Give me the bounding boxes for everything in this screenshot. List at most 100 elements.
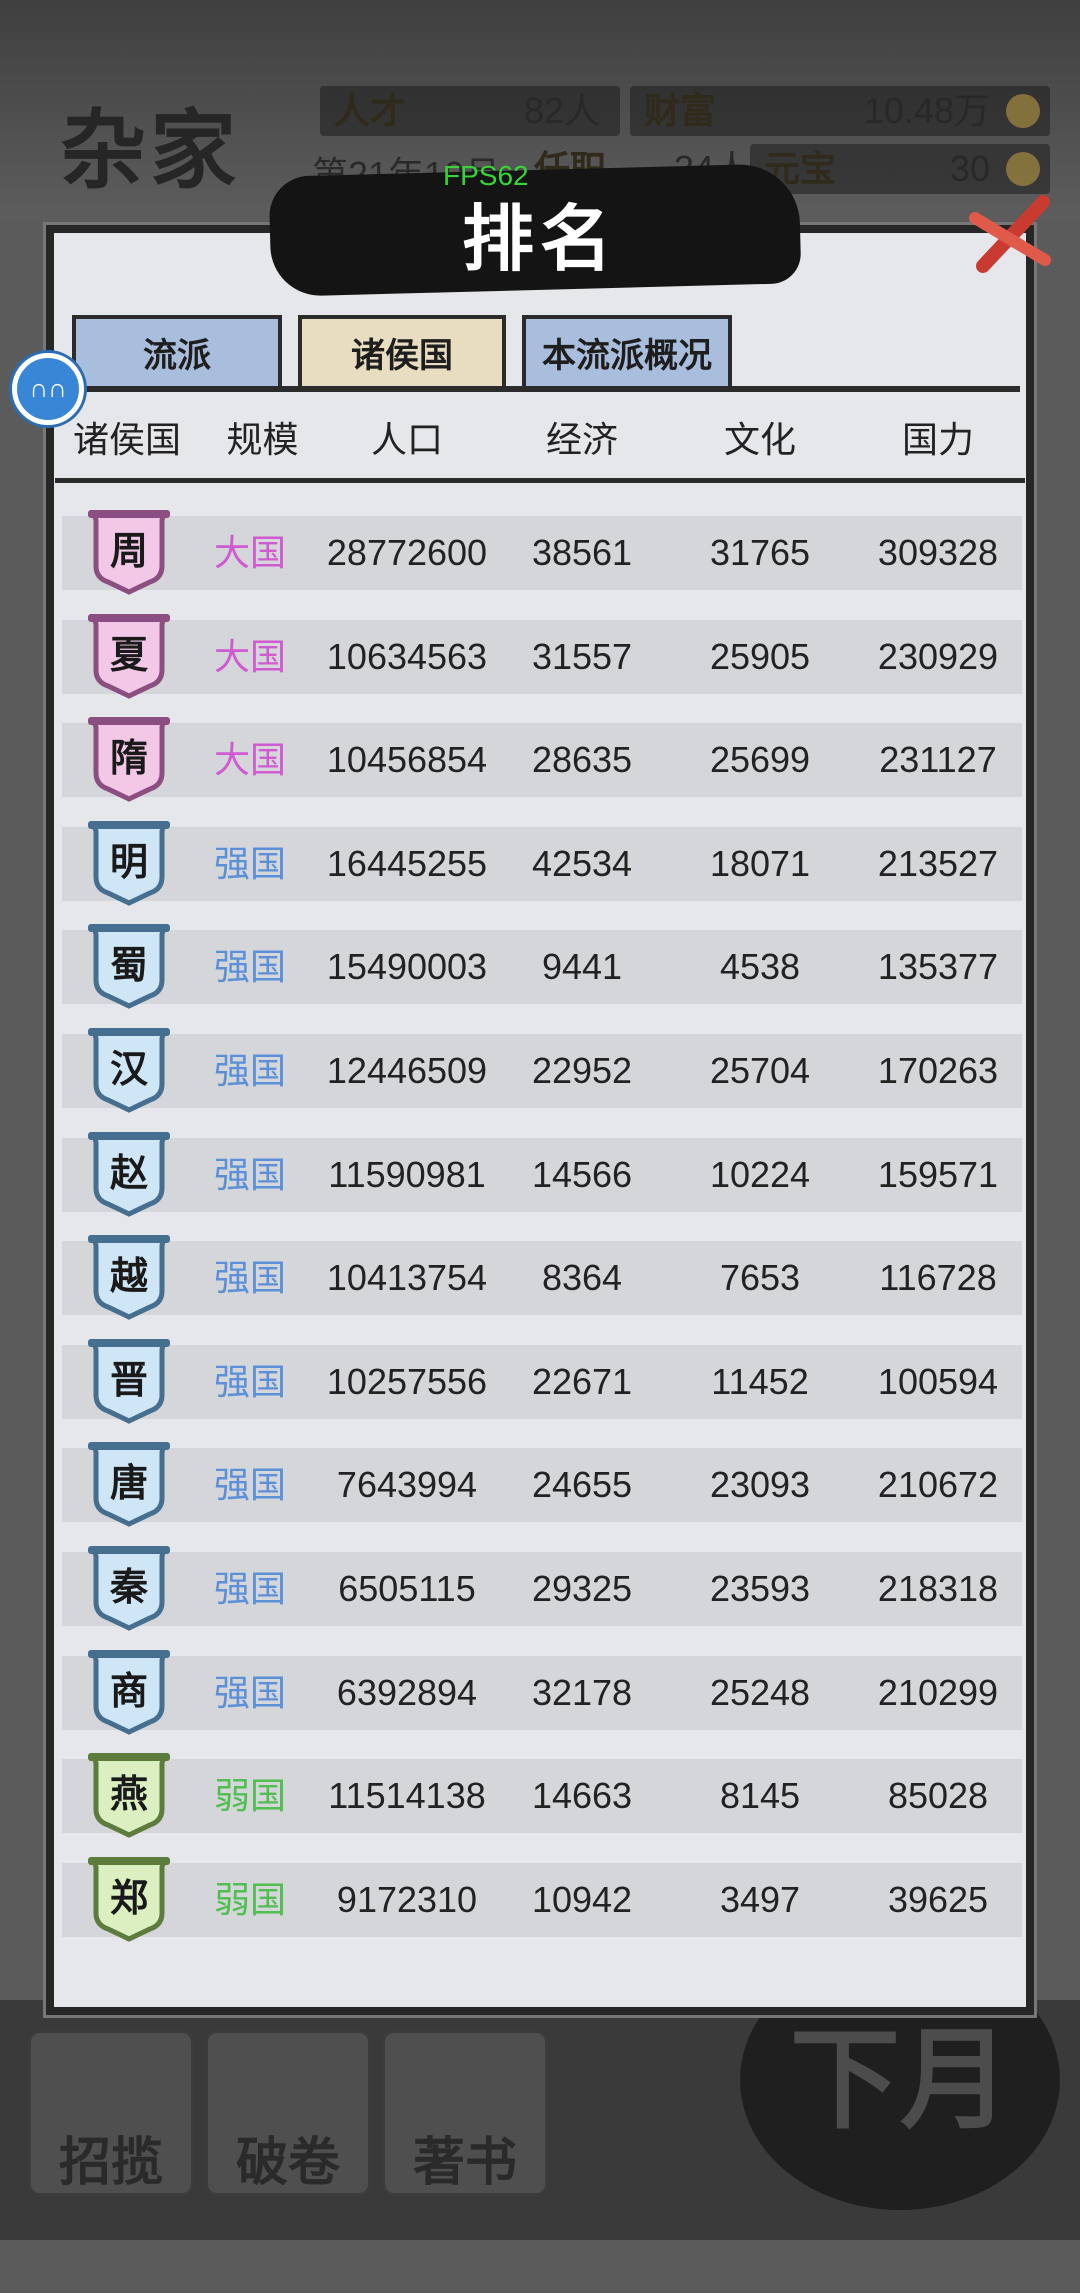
- state-banner-icon: 夏: [88, 613, 170, 699]
- economy-value: 9441: [541, 946, 623, 988]
- state-name: 蜀: [110, 942, 148, 987]
- table-header: 诸侯国 规模 人口 经济 文化 国力: [0, 405, 1080, 475]
- tab-states[interactable]: 诸侯国: [298, 315, 506, 389]
- population-value: 10456854: [326, 739, 488, 781]
- population-value: 10257556: [326, 1360, 488, 1402]
- state-banner-icon: 汉: [88, 1028, 170, 1113]
- state-banner-icon: 越: [88, 1235, 170, 1320]
- ranking-panel: [46, 225, 1034, 2015]
- tab-divider: [60, 386, 1020, 392]
- economy-value: 38561: [531, 532, 633, 573]
- economy-value: 22671: [531, 1360, 633, 1402]
- wealth-value: 10.48万: [863, 90, 990, 131]
- wealth-stat: 财富 10.48万: [630, 86, 1050, 136]
- table-row[interactable]: 郑 弱国 9172310 10942 3497 39625: [62, 1856, 1022, 1943]
- panel-title: 排名: [461, 196, 618, 281]
- wealth-label: 财富: [644, 90, 717, 131]
- tab-school-overview[interactable]: 本流派概况: [522, 315, 732, 389]
- culture-value: 10224: [709, 1153, 811, 1195]
- culture-value: 25248: [709, 1671, 811, 1713]
- table-row[interactable]: 晋 强国 10257556 22671 11452 100594: [62, 1338, 1022, 1425]
- culture-value: 31765: [709, 532, 811, 573]
- write-book-button[interactable]: 著书: [382, 2030, 548, 2196]
- population-value: 11590981: [328, 1153, 486, 1195]
- state-name: 周: [110, 528, 148, 573]
- recruit-button[interactable]: 招揽: [28, 2030, 194, 2196]
- tab-school[interactable]: 流派: [72, 315, 282, 389]
- culture-value: 8145: [719, 1775, 801, 1817]
- economy-value: 29325: [531, 1568, 633, 1609]
- state-name: 赵: [110, 1150, 148, 1195]
- state-banner-icon: 晋: [88, 1338, 170, 1424]
- table-row[interactable]: 明 强国 16445255 42534 18071 213527: [62, 820, 1022, 907]
- power-value: 231127: [879, 739, 997, 781]
- economy-value: 14566: [531, 1153, 633, 1195]
- state-name: 商: [110, 1668, 148, 1713]
- culture-value: 25699: [709, 739, 811, 781]
- state-banner-icon: 商: [88, 1649, 170, 1735]
- assistant-bubble-icon[interactable]: ∩∩: [12, 353, 84, 425]
- table-row[interactable]: 越 强国 10413754 8364 7653 116728: [62, 1235, 1022, 1321]
- power-value: 170263: [877, 1050, 999, 1091]
- state-name: 越: [110, 1253, 149, 1298]
- power-value: 100594: [877, 1360, 999, 1402]
- culture-value: 25905: [709, 635, 811, 677]
- power-value: 210672: [877, 1464, 999, 1506]
- state-scale: 强国: [213, 1050, 286, 1091]
- state-scale: 强国: [213, 1671, 286, 1713]
- col-power: 国力: [901, 419, 974, 460]
- state-banner-icon: 唐: [88, 1442, 170, 1528]
- economy-value: 22952: [531, 1050, 633, 1091]
- table-row[interactable]: 汉 强国 12446509 22952 25704 170263: [62, 1028, 1022, 1114]
- culture-value: 23093: [709, 1464, 811, 1506]
- population-value: 9172310: [336, 1878, 478, 1920]
- culture-value: 11452: [711, 1360, 809, 1402]
- close-icon[interactable]: [965, 188, 1055, 278]
- population-value: 7643994: [336, 1464, 478, 1506]
- state-scale: 大国: [213, 739, 286, 781]
- economy-value: 14663: [531, 1775, 633, 1817]
- state-banner-icon: 燕: [88, 1753, 170, 1838]
- table-row[interactable]: 商 强国 6392894 32178 25248 210299: [62, 1649, 1022, 1736]
- economy-value: 28635: [531, 739, 633, 781]
- table-row[interactable]: 夏 大国 10634563 31557 25905 230929: [62, 613, 1022, 700]
- power-value: 309328: [877, 532, 999, 573]
- table-row[interactable]: 燕 弱国 11514138 14663 8145 85028: [62, 1753, 1022, 1839]
- state-scale: 弱国: [213, 1775, 286, 1817]
- state-name: 明: [110, 839, 148, 884]
- state-name: 郑: [110, 1875, 148, 1920]
- power-value: 39625: [887, 1878, 989, 1920]
- table-row[interactable]: 隋 大国 10456854 28635 25699 231127: [62, 717, 1022, 803]
- state-banner-icon: 隋: [88, 717, 170, 802]
- table-row[interactable]: 唐 强国 7643994 24655 23093 210672: [62, 1442, 1022, 1528]
- table-row[interactable]: 蜀 强国 15490003 9441 4538 135377: [62, 924, 1022, 1010]
- population-value: 10634563: [326, 635, 488, 677]
- state-name: 秦: [109, 1564, 148, 1609]
- state-name: 汉: [110, 1046, 149, 1091]
- table-row[interactable]: 秦 强国 6505115 29325 23593 218318: [62, 1546, 1022, 1632]
- col-scale: 规模: [226, 419, 299, 460]
- power-value: 116728: [879, 1257, 997, 1299]
- power-value: 159571: [877, 1153, 999, 1195]
- col-economy: 经济: [545, 419, 618, 460]
- power-value: 85028: [887, 1775, 989, 1817]
- state-banner-icon: 明: [88, 820, 170, 906]
- wealth-icon: [1006, 94, 1040, 128]
- state-name: 隋: [110, 735, 148, 780]
- economy-value: 32178: [531, 1671, 633, 1713]
- state-scale: 强国: [213, 842, 286, 884]
- population-value: 12446509: [326, 1050, 488, 1091]
- table-row[interactable]: 赵 强国 11590981 14566 10224 159571: [62, 1131, 1022, 1218]
- table-row[interactable]: 周 大国 28772600 38561 31765 309328: [62, 510, 1022, 596]
- state-banner-icon: 郑: [88, 1856, 170, 1942]
- break-scroll-button[interactable]: 破卷: [205, 2030, 371, 2196]
- population-value: 28772600: [326, 532, 488, 573]
- power-value: 213527: [877, 842, 999, 884]
- talent-stat: 人才 82人: [320, 86, 620, 136]
- culture-value: 23593: [709, 1568, 811, 1609]
- state-scale: 大国: [213, 635, 286, 677]
- state-scale: 强国: [213, 1153, 286, 1195]
- power-value: 218318: [877, 1568, 999, 1609]
- population-value: 6505115: [338, 1568, 476, 1609]
- state-scale: 弱国: [213, 1878, 286, 1920]
